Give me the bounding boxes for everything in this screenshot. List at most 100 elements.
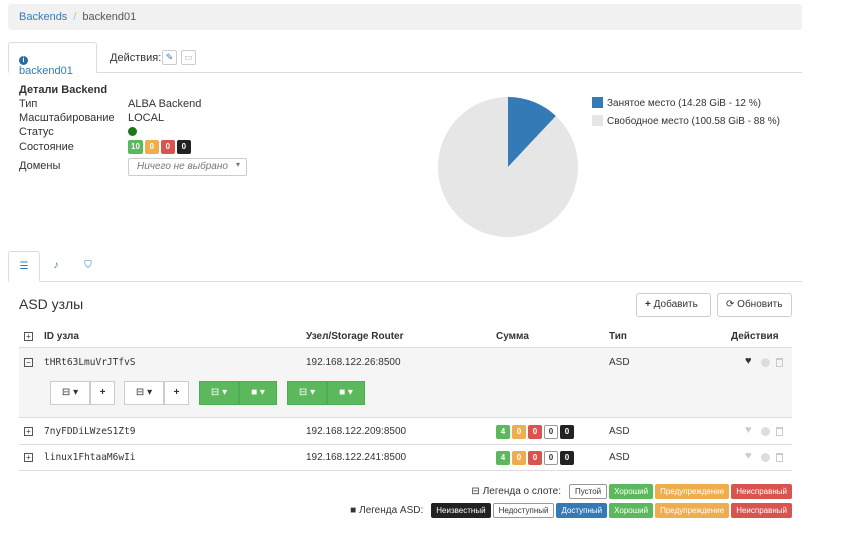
row3-status-icon [761, 453, 770, 462]
tab-security[interactable]: ⛉ [72, 251, 104, 282]
edit-icon[interactable]: ✎ [162, 50, 177, 65]
sum-badge-good: 4 [496, 425, 510, 439]
legend-used: Занятое место (14.28 GiB - 12 %) [592, 97, 761, 109]
asd-legend-unknown: Неизвестный [431, 503, 491, 518]
state-badge-unknown: 0 [176, 140, 191, 154]
row2-node-id[interactable]: 7nyFDDiLWzeS1Zt9 [44, 426, 136, 437]
col-sum[interactable]: Сумма [496, 331, 529, 342]
legend-used-label: Занятое место (14.28 GiB - 12 %) [607, 98, 761, 109]
actions-label: Действия: [110, 52, 162, 64]
row3-node-id[interactable]: linux1FhtaaM6wIi [44, 452, 136, 463]
slot-group-3: ⊟ ▾ ■ ▾ [199, 381, 277, 405]
slot-disk-dropdown-3[interactable]: ⊟ ▾ [199, 381, 239, 405]
tab-backend01[interactable]: ibackend01 [8, 42, 97, 77]
detail-label-domains: Домены [19, 160, 61, 172]
row2-router: 192.168.122.209:8500 [306, 426, 407, 437]
expand-all-icon[interactable]: + [24, 332, 33, 341]
tab-list[interactable]: ☰ [8, 251, 40, 282]
detail-label-scaling: Масштабирование [19, 112, 115, 124]
expand-icon[interactable]: + [24, 427, 33, 436]
col-actions: Действия [731, 331, 779, 342]
asd-legend: ■ Легенда ASD: Неизвестный Недоступный Д… [350, 503, 792, 518]
tab-backend01-label: backend01 [19, 65, 73, 77]
slot-dropdown-2[interactable]: ⊟ ▾ [124, 381, 164, 405]
collapse-icon[interactable]: − [24, 358, 33, 367]
row1-health-icon[interactable]: ♥ [745, 355, 752, 367]
asd-legend-icon: ■ [350, 505, 357, 516]
detail-value-type: ALBA Backend [128, 98, 202, 110]
info-icon: i [19, 56, 28, 65]
sum-badge-good: 4 [496, 451, 510, 465]
caret-down-icon: ▾ [235, 160, 240, 169]
plus-icon: + [173, 387, 180, 398]
slot-legend-error: Неисправный [731, 484, 792, 499]
delete-icon[interactable]: ▭ [181, 50, 196, 65]
sum-badge-warning: 0 [512, 451, 526, 465]
legend-free-label: Свободное место (100.58 GiB - 88 %) [607, 116, 780, 127]
detail-value-scaling: LOCAL [128, 112, 165, 124]
refresh-button[interactable]: ⟳ Обновить [717, 293, 792, 317]
slot-group-2: ⊟ ▾ + [124, 381, 189, 405]
slot-asd-dropdown-4[interactable]: ■ ▾ [327, 381, 365, 405]
slot-legend: ⊟ Легенда о слоте: Пустой Хороший Предуп… [471, 484, 792, 499]
plus-icon: + [645, 299, 651, 310]
col-router[interactable]: Узел/Storage Router [306, 331, 404, 342]
usage-pie-chart [438, 97, 578, 237]
row3-health-icon[interactable]: ♥ [745, 450, 752, 462]
slot-legend-label: Легенда о слоте: [482, 486, 561, 497]
col-type[interactable]: Тип [609, 331, 627, 342]
breadcrumb: Backends / backend01 [8, 4, 802, 30]
disk-icon: ⊟ ▾ [61, 387, 79, 398]
slot-legend-good: Хороший [609, 484, 654, 499]
row3-router: 192.168.122.241:8500 [306, 452, 407, 463]
asd-icon: ■ ▾ [251, 387, 265, 398]
row1-status-icon [761, 358, 770, 367]
sum-badge-empty: 0 [544, 451, 558, 465]
row3-delete-icon[interactable] [776, 453, 783, 462]
asd-legend-warning: Предупреждение [655, 503, 730, 518]
row1-type: ASD [609, 357, 630, 368]
status-indicator [128, 127, 137, 136]
slot-disk-dropdown-4[interactable]: ⊟ ▾ [287, 381, 327, 405]
col-node-id[interactable]: ID узла [44, 331, 79, 342]
breadcrumb-backends-link[interactable]: Backends [19, 11, 67, 23]
domains-select[interactable]: Ничего не выбрано ▾ [128, 158, 247, 176]
slot-add-2[interactable]: + [164, 381, 189, 405]
legend-free-swatch [592, 115, 603, 126]
add-button-label: Добавить [653, 299, 698, 310]
asd-legend-label: Легенда ASD: [359, 505, 424, 516]
detail-label-state: Состояние [19, 141, 74, 153]
asd-legend-error: Неисправный [731, 503, 792, 518]
state-badge-warning: 0 [144, 140, 159, 154]
slot-legend-warning: Предупреждение [655, 484, 730, 499]
sum-badge-empty: 0 [544, 425, 558, 439]
tab-stats[interactable]: ♪ [40, 251, 72, 282]
slot-group-4: ⊟ ▾ ■ ▾ [287, 381, 365, 405]
slot-dropdown-1[interactable]: ⊟ ▾ [50, 381, 90, 405]
row3-sum-badges: 40000 [496, 451, 576, 465]
disk-icon: ⊟ ▾ [298, 387, 316, 398]
refresh-icon: ⟳ [726, 299, 735, 310]
asd-icon: ■ ▾ [339, 387, 353, 398]
row1-router: 192.168.122.26:8500 [306, 357, 401, 368]
row1-delete-icon[interactable] [776, 358, 783, 367]
legend-used-swatch [592, 97, 603, 108]
row2-type: ASD [609, 426, 630, 437]
disk-icon: ⊟ ▾ [135, 387, 153, 398]
row1-node-id[interactable]: tHRt63LmuVrJTfvS [44, 357, 136, 368]
sum-badge-error: 0 [528, 451, 542, 465]
expand-icon[interactable]: + [24, 453, 33, 462]
backend-tabbar: ibackend01 Действия: ✎ ▭ [8, 42, 802, 77]
row2-delete-icon[interactable] [776, 427, 783, 436]
row2-health-icon[interactable]: ♥ [745, 424, 752, 436]
sum-badge-unknown: 0 [560, 425, 574, 439]
list-icon: ☰ [19, 261, 29, 272]
breadcrumb-current: backend01 [82, 11, 137, 23]
row2-sum-badges: 40000 [496, 425, 576, 439]
slot-add-1[interactable]: + [90, 381, 115, 405]
slot-asd-dropdown-3[interactable]: ■ ▾ [239, 381, 277, 405]
row-divider [19, 470, 792, 471]
slot-group-1: ⊟ ▾ + [50, 381, 115, 405]
add-button[interactable]: + Добавить [636, 293, 711, 317]
slot-legend-icon: ⊟ [471, 486, 480, 497]
